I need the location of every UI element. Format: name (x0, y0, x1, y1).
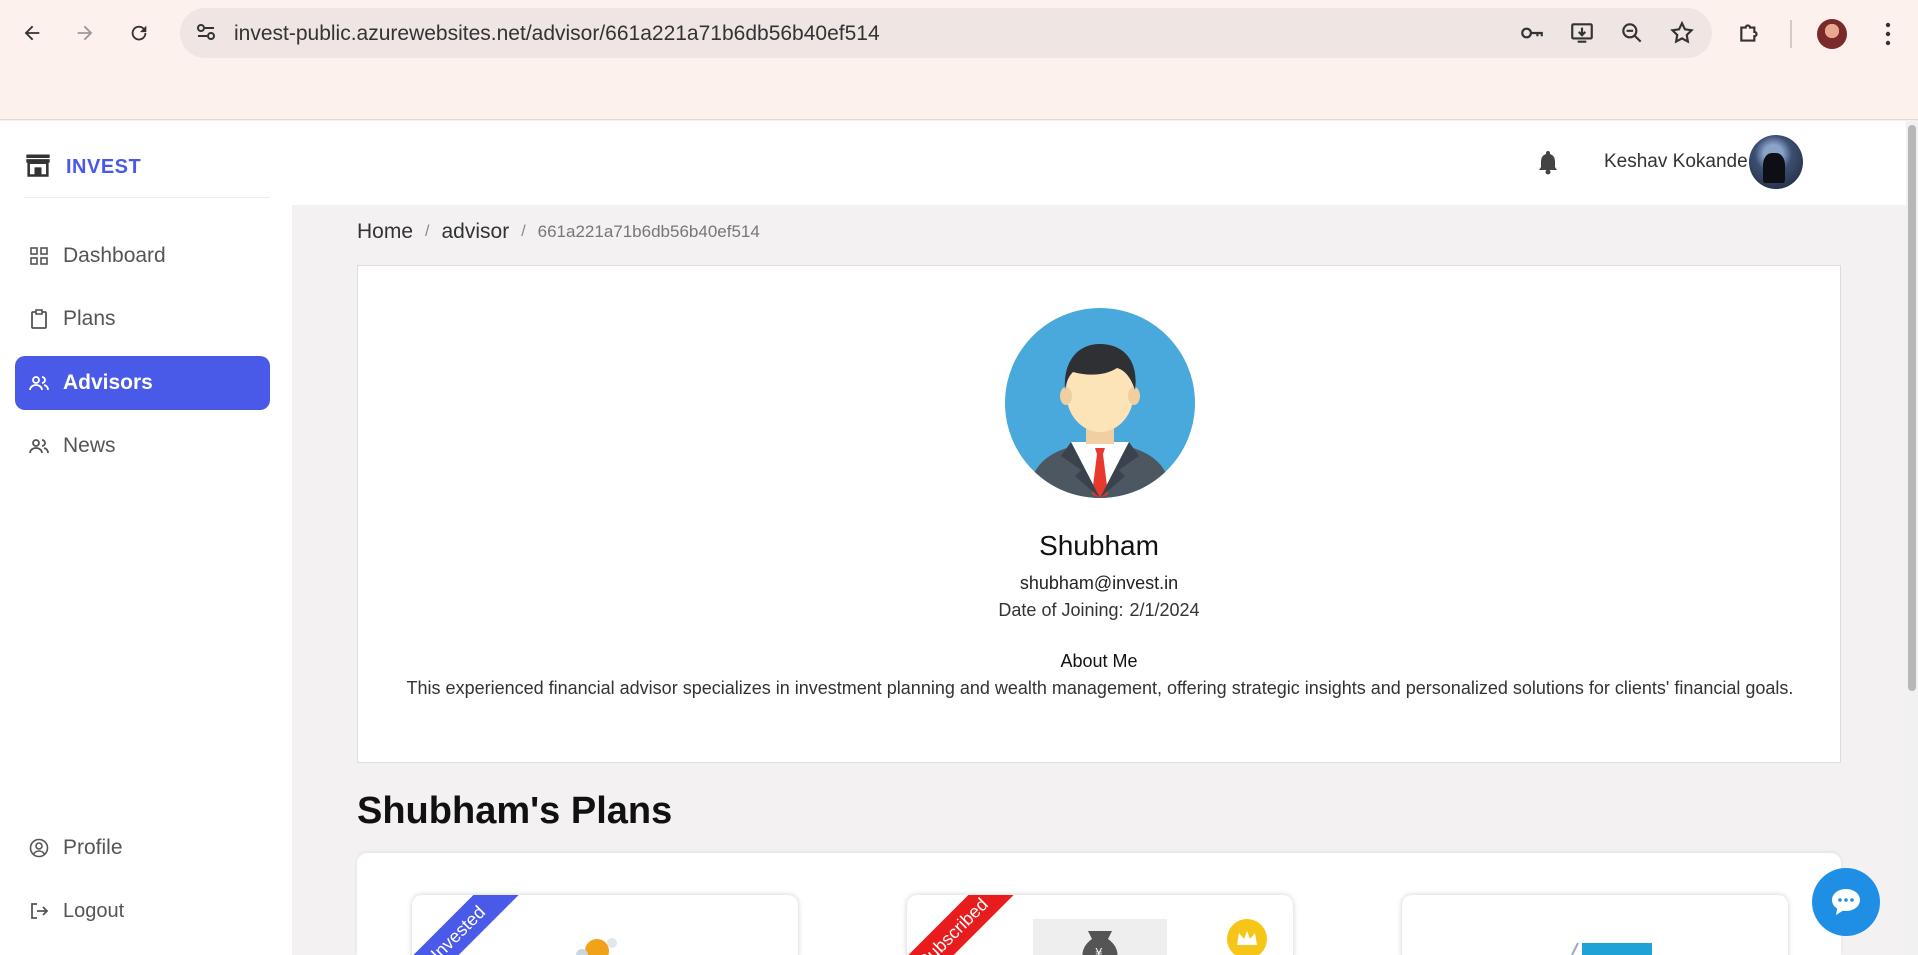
user-circle-icon (29, 838, 49, 858)
about-text: This experienced financial advisor speci… (406, 678, 1794, 698)
grid-icon (29, 246, 49, 266)
top-header: Keshav Kokande (292, 121, 1906, 205)
plans-heading: Shubham's Plans (357, 790, 673, 832)
clipboard-icon (29, 309, 49, 329)
plan-illustration (1571, 942, 1652, 955)
advisor-avatar (1005, 308, 1195, 498)
reload-icon (131, 25, 147, 41)
sidebar: INVEST Dashboard Plans Advisors News Pro… (0, 121, 292, 955)
chat-bubble-icon (1832, 889, 1860, 915)
install-app-icon[interactable] (1568, 19, 1596, 47)
sidebar-item-logout[interactable]: Logout (15, 884, 270, 938)
plans-panel: Invested Subscribed ¥ (357, 853, 1841, 955)
people-icon (29, 436, 49, 456)
logout-icon (29, 901, 49, 921)
browser-profile-avatar[interactable] (1817, 19, 1847, 49)
reload-button[interactable] (120, 14, 158, 52)
bell-icon[interactable] (1537, 149, 1559, 180)
about-title: About Me (1060, 651, 1138, 671)
coins-illustration (576, 938, 617, 955)
sidebar-item-dashboard[interactable]: Dashboard (15, 229, 270, 283)
sidebar-item-advisors[interactable]: Advisors (15, 356, 270, 410)
breadcrumb-separator: / (425, 223, 430, 240)
extensions-puzzle-icon[interactable] (1736, 19, 1764, 47)
storefront-icon (24, 151, 52, 184)
advisor-profile-card: Shubham shubham@invest.in Date of Joinin… (357, 265, 1841, 763)
toolbar-divider (1790, 20, 1792, 48)
advisor-email: shubham@invest.in (1019, 573, 1179, 593)
back-arrow-icon (24, 25, 40, 41)
forward-button[interactable] (66, 14, 104, 52)
crown-badge-icon (1227, 919, 1267, 955)
back-button[interactable] (13, 14, 51, 52)
plan-card[interactable] (1402, 895, 1788, 955)
page-scrollbar[interactable] (1906, 121, 1918, 955)
brand-logo[interactable]: INVEST (24, 151, 141, 184)
avatar[interactable] (1749, 135, 1803, 189)
scrollbar-thumb[interactable] (1908, 125, 1916, 691)
breadcrumb-current: 661a221a71b6db56b40ef514 (537, 222, 760, 241)
forward-arrow-icon (77, 25, 93, 41)
sidebar-item-plans[interactable]: Plans (15, 292, 270, 346)
sidebar-item-profile[interactable]: Profile (15, 821, 270, 875)
divider (24, 197, 270, 198)
businessman-illustration (1027, 344, 1173, 498)
browser-toolbar: invest-public.azurewebsites.net/advisor/… (0, 0, 1918, 120)
sidebar-item-label: Logout (63, 899, 125, 922)
bookmark-star-icon[interactable] (1668, 19, 1696, 47)
url-text: invest-public.azurewebsites.net/advisor/… (234, 22, 880, 45)
sidebar-item-label: News (63, 434, 116, 457)
breadcrumb: Home / advisor / 661a221a71b6db56b40ef51… (357, 220, 760, 244)
user-name[interactable]: Keshav Kokande (1604, 151, 1748, 173)
sidebar-item-news[interactable]: News (15, 419, 270, 473)
status-ribbon: Invested (412, 895, 526, 955)
sidebar-item-label: Dashboard (63, 244, 166, 267)
plan-card[interactable]: Subscribed ¥ (907, 895, 1293, 955)
chat-button[interactable] (1812, 868, 1880, 936)
address-bar[interactable]: invest-public.azurewebsites.net/advisor/… (180, 8, 1712, 58)
brand-name: INVEST (66, 156, 142, 178)
status-ribbon: Subscribed (907, 895, 1021, 955)
joining-value: 2/1/2024 (1129, 600, 1200, 620)
breadcrumb-separator: / (521, 223, 526, 240)
advisor-name: Shubham (1039, 530, 1159, 561)
site-settings-icon[interactable] (194, 20, 218, 49)
joining-label: Date of Joining: (998, 600, 1124, 620)
zoom-icon[interactable] (1618, 19, 1646, 47)
people-icon (29, 373, 49, 393)
plan-card[interactable]: Invested (412, 895, 798, 955)
sidebar-item-label: Plans (63, 307, 116, 330)
key-icon[interactable] (1518, 19, 1546, 47)
svg-text:¥: ¥ (1095, 946, 1103, 955)
breadcrumb-home[interactable]: Home (357, 220, 413, 244)
money-bag-illustration: ¥ (1033, 919, 1167, 955)
browser-menu-icon[interactable] (1876, 19, 1900, 54)
breadcrumb-advisor[interactable]: advisor (441, 220, 509, 244)
sidebar-item-label: Advisors (63, 371, 153, 394)
sidebar-item-label: Profile (63, 836, 123, 859)
advisor-joining-date: Date of Joining: 2/1/2024 (358, 600, 1840, 621)
